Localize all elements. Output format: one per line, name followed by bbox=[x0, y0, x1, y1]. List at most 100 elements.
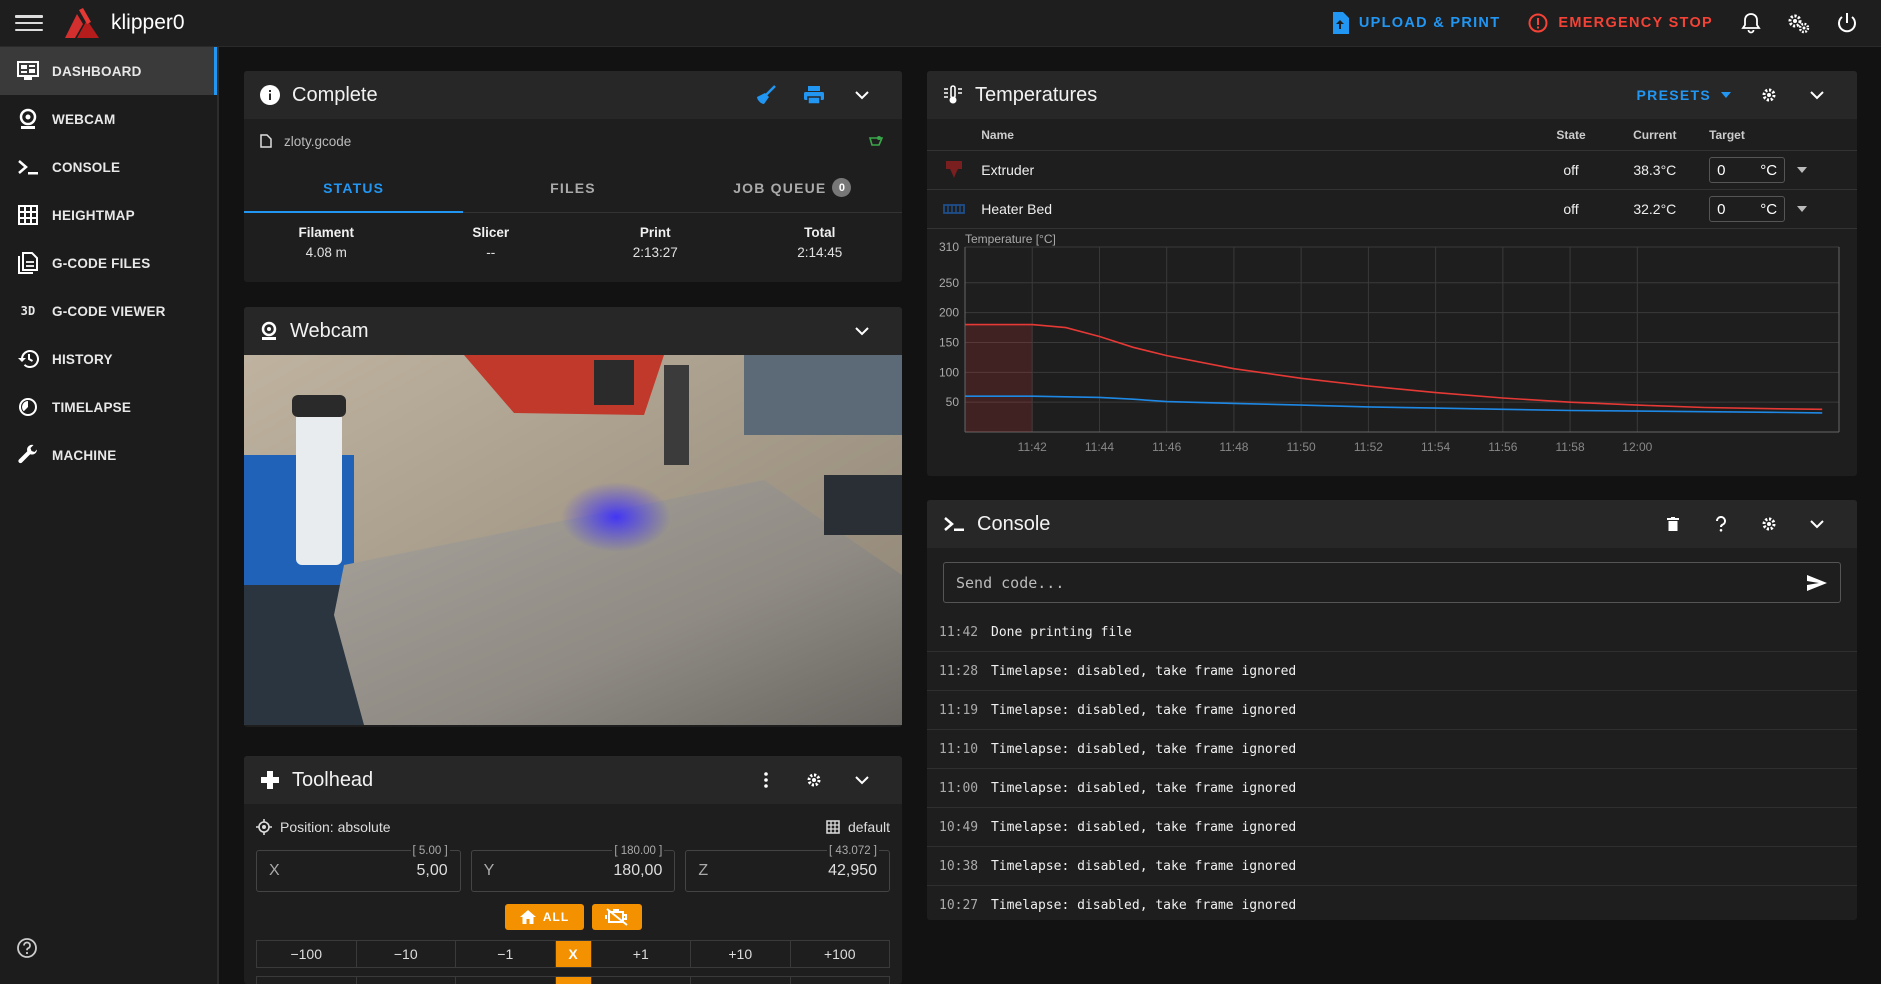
jog-y-button[interactable] bbox=[257, 977, 357, 984]
collapse-webcam-button[interactable] bbox=[838, 307, 886, 355]
x-tick-label: 11:52 bbox=[1354, 440, 1383, 454]
webcam-panel: Webcam bbox=[244, 307, 902, 727]
collapse-status-button[interactable] bbox=[838, 71, 886, 119]
log-time: 11:00 bbox=[939, 780, 979, 796]
temperatures-panel-header: Temperatures PRESETS bbox=[927, 71, 1857, 119]
step-profile-selector[interactable]: default bbox=[826, 819, 890, 835]
home-y-button[interactable] bbox=[555, 977, 592, 984]
sidebar-item-gcode-files[interactable]: G-CODE FILES bbox=[0, 239, 217, 287]
console-help-button[interactable] bbox=[1697, 500, 1745, 548]
stat-value: -- bbox=[486, 245, 496, 260]
tab-job-queue[interactable]: JOB QUEUE 0 bbox=[683, 163, 902, 212]
help-button[interactable] bbox=[16, 937, 38, 964]
jog-x-minus-10-button[interactable]: −10 bbox=[357, 941, 456, 967]
heater-current-temp: 32.2°C bbox=[1633, 201, 1677, 217]
x-jog-row: −100 −10 −1 X +1 +10 +100 bbox=[256, 940, 890, 968]
clear-console-button[interactable] bbox=[1649, 500, 1697, 548]
jog-y-button[interactable] bbox=[791, 977, 890, 984]
thermometer-lines-icon bbox=[944, 85, 962, 104]
collapse-toolhead-button[interactable] bbox=[838, 756, 886, 804]
sidebar-item-gcode-viewer[interactable]: 3D G-CODE VIEWER bbox=[0, 287, 217, 335]
log-time: 10:27 bbox=[939, 897, 979, 913]
menu-icon[interactable] bbox=[15, 13, 43, 33]
presets-label: PRESETS bbox=[1636, 87, 1711, 103]
jog-x-minus-100-button[interactable]: −100 bbox=[257, 941, 357, 967]
jog-y-button[interactable] bbox=[357, 977, 456, 984]
menu-down-icon[interactable] bbox=[1797, 167, 1808, 173]
menu-down-icon[interactable] bbox=[1797, 206, 1808, 212]
collapse-temperatures-button[interactable] bbox=[1793, 71, 1841, 119]
y-max-label: [ 180.00 ] bbox=[612, 845, 665, 857]
emergency-stop-label: EMERGENCY STOP bbox=[1558, 15, 1713, 31]
log-message: Timelapse: disabled, take frame ignored bbox=[991, 780, 1297, 796]
emergency-stop-button[interactable]: EMERGENCY STOP bbox=[1514, 0, 1727, 46]
extruder-target-input[interactable]: 0 °C bbox=[1709, 157, 1786, 183]
sidebar-item-webcam[interactable]: WEBCAM bbox=[0, 95, 217, 143]
klipper-logo bbox=[65, 8, 99, 38]
jog-x-minus-1-button[interactable]: −1 bbox=[456, 941, 556, 967]
status-tabs: STATUS FILES JOB QUEUE 0 bbox=[244, 163, 902, 213]
power-button[interactable] bbox=[1823, 0, 1871, 47]
sidebar-item-label: TIMELAPSE bbox=[52, 399, 132, 415]
chevron-down-icon bbox=[1810, 91, 1824, 100]
tab-files[interactable]: FILES bbox=[463, 163, 682, 212]
upload-print-button[interactable]: UPLOAD & PRINT bbox=[1317, 0, 1514, 46]
jog-y-button[interactable] bbox=[691, 977, 791, 984]
send-icon[interactable] bbox=[1806, 574, 1828, 592]
stat-print: Print 2:13:27 bbox=[573, 213, 738, 273]
presets-button[interactable]: PRESETS bbox=[1623, 71, 1745, 119]
current-file-row: zloty.gcode bbox=[244, 119, 902, 163]
table-row: Heater Bed off 32.2°C 0 °C bbox=[927, 190, 1857, 229]
z-position-value: 42,950 bbox=[828, 862, 878, 879]
sidebar-item-heightmap[interactable]: HEIGHTMAP bbox=[0, 191, 217, 239]
heater-bed-target-input[interactable]: 0 °C bbox=[1709, 196, 1786, 222]
log-message: Timelapse: disabled, take frame ignored bbox=[991, 858, 1297, 874]
sidebar-item-history[interactable]: HISTORY bbox=[0, 335, 217, 383]
toolhead-info-row: Position: absolute default bbox=[244, 804, 902, 850]
toolhead-menu-button[interactable] bbox=[742, 756, 790, 804]
list-item: 10:49 Timelapse: disabled, take frame ign… bbox=[927, 808, 1857, 847]
sidebar-item-console[interactable]: CONSOLE bbox=[0, 143, 217, 191]
sidebar-item-label: CONSOLE bbox=[52, 159, 121, 175]
temperature-chart[interactable]: Temperature [°C] 50 100 150 200 250 310 11:42 11… bbox=[927, 229, 1857, 476]
settings-button[interactable] bbox=[1775, 0, 1823, 47]
home-all-button[interactable]: ALL bbox=[504, 904, 584, 930]
sidebar-item-timelapse[interactable]: TIMELAPSE bbox=[0, 383, 217, 431]
heater-name: Heater Bed bbox=[981, 201, 1053, 217]
collapse-console-button[interactable] bbox=[1793, 500, 1841, 548]
jog-x-plus-1-button[interactable]: +1 bbox=[592, 941, 691, 967]
temperature-table-header: Name State Current Target bbox=[927, 119, 1857, 151]
console-settings-button[interactable] bbox=[1745, 500, 1793, 548]
y-position-field[interactable]: [ 180.00 ] Y 180,00 bbox=[470, 845, 676, 892]
sidebar-item-label: MACHINE bbox=[52, 447, 117, 463]
table-row: Extruder off 38.3°C 0 °C bbox=[927, 151, 1857, 190]
list-item: 11:00 Timelapse: disabled, take frame ign… bbox=[927, 769, 1857, 808]
log-time: 10:38 bbox=[939, 858, 979, 874]
log-time: 10:49 bbox=[939, 819, 979, 835]
jog-x-plus-100-button[interactable]: +100 bbox=[791, 941, 890, 967]
temperature-settings-button[interactable] bbox=[1745, 71, 1793, 119]
reprint-button[interactable] bbox=[790, 71, 838, 119]
z-position-field[interactable]: [ 43.072 ] Z 42,950 bbox=[685, 845, 891, 892]
sidebar-item-dashboard[interactable]: DASHBOARD bbox=[0, 47, 217, 95]
sidebar-item-machine[interactable]: MACHINE bbox=[0, 431, 217, 479]
home-buttons: ALL bbox=[244, 904, 902, 930]
position-mode-label: Position: absolute bbox=[280, 819, 391, 835]
home-x-button[interactable]: X bbox=[555, 941, 592, 967]
x-position-field[interactable]: [ 5.00 ] X 5,00 bbox=[256, 845, 461, 892]
jog-y-button[interactable] bbox=[592, 977, 691, 984]
toolhead-settings-button[interactable] bbox=[790, 756, 838, 804]
webcam-stream[interactable] bbox=[244, 355, 902, 725]
jog-y-button[interactable] bbox=[456, 977, 556, 984]
clear-job-button[interactable] bbox=[742, 71, 790, 119]
gear-icon bbox=[807, 773, 821, 787]
tab-status[interactable]: STATUS bbox=[244, 163, 464, 213]
question-mark-icon bbox=[1716, 516, 1726, 532]
console-input[interactable]: Send code... bbox=[943, 562, 1841, 603]
jog-x-plus-10-button[interactable]: +10 bbox=[691, 941, 791, 967]
notifications-button[interactable] bbox=[1727, 0, 1775, 47]
webcam-icon bbox=[19, 108, 37, 129]
y-tick-label: 150 bbox=[939, 335, 959, 349]
x-tick-label: 12:00 bbox=[1622, 440, 1652, 454]
motors-off-button[interactable] bbox=[591, 904, 642, 930]
